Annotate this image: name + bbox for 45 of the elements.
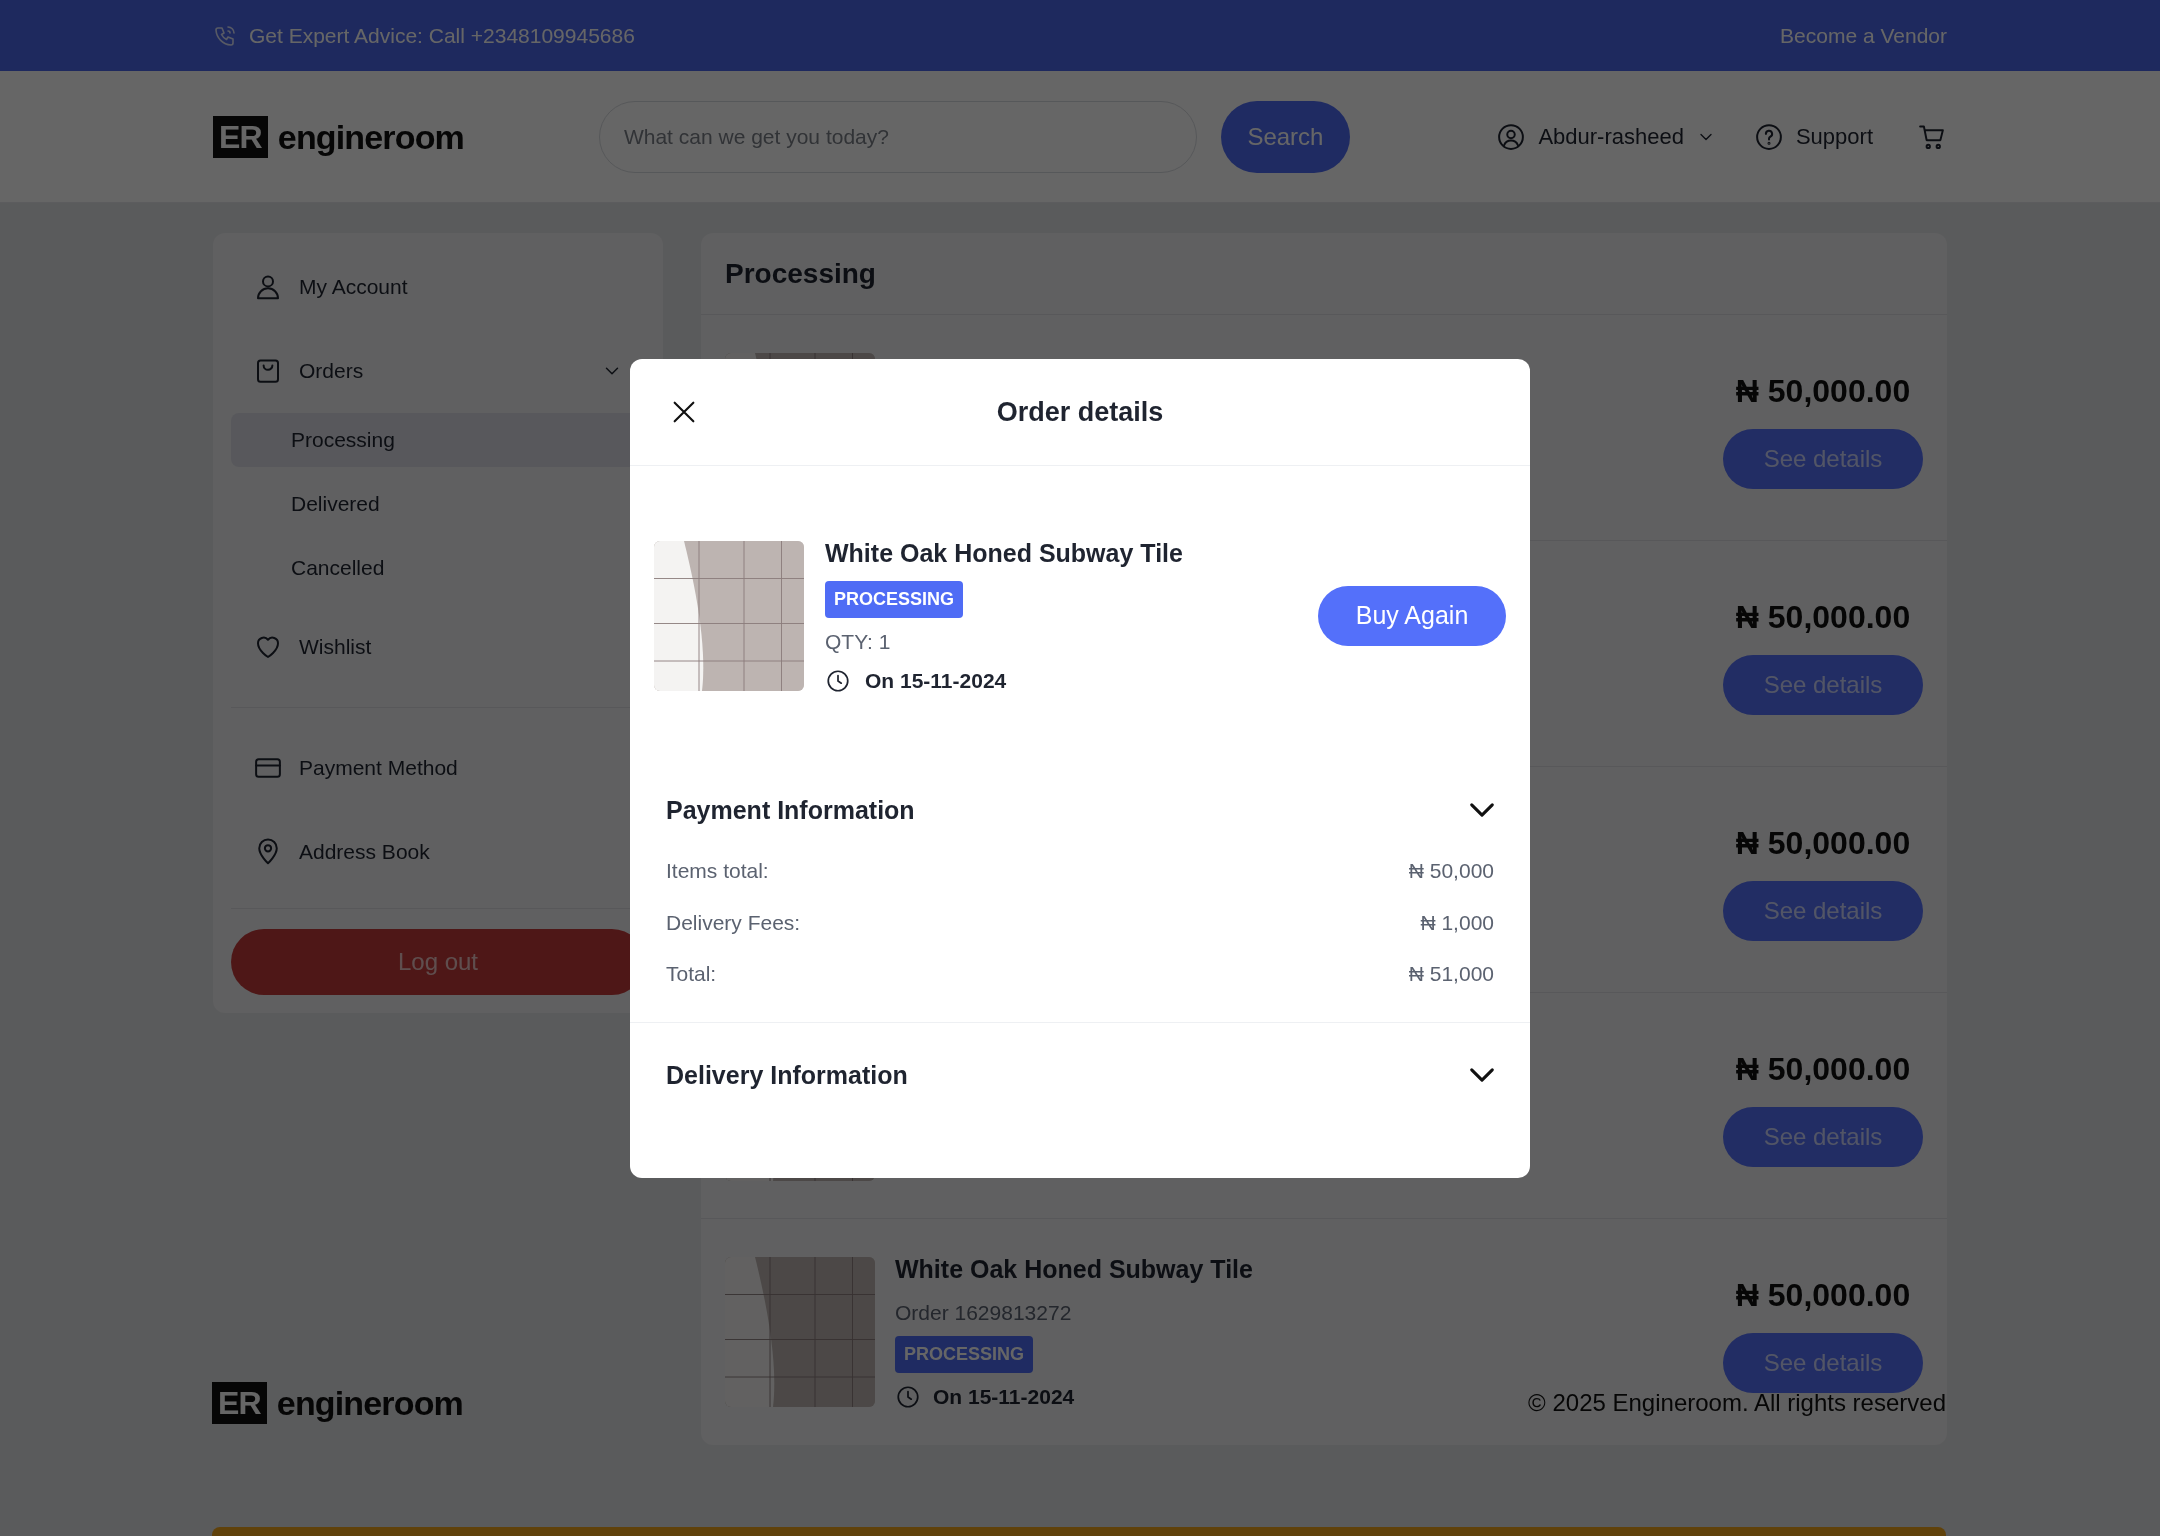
help-icon xyxy=(1753,121,1784,152)
order-number: Order 1629813272 xyxy=(895,1299,1073,1326)
accordion-header[interactable]: Delivery Information xyxy=(666,1056,1494,1094)
section-title: Processing xyxy=(725,256,876,291)
order-date: On 15-11-2024 xyxy=(865,668,1007,694)
summary-label: Delivery Fees: xyxy=(666,909,801,936)
buy-again-button[interactable]: Buy Again xyxy=(1318,585,1506,646)
user-icon xyxy=(1496,121,1527,152)
order-price: ₦ 50,000.00 xyxy=(1735,1276,1911,1315)
chevron-down-icon xyxy=(1470,1068,1494,1083)
accordion-header[interactable]: Payment Information xyxy=(666,791,1494,829)
dialog-title: Order details xyxy=(996,395,1164,429)
chevron-down-icon xyxy=(1470,803,1494,818)
summary-value: ₦ 1,000 xyxy=(1420,909,1494,936)
phone-icon xyxy=(213,23,237,48)
quantity-text: QTY: 1 xyxy=(825,628,892,655)
order-price: ₦ 50,000.00 xyxy=(1735,823,1911,863)
clock-icon xyxy=(825,667,851,694)
sidebar-item[interactable]: Orders xyxy=(231,329,645,413)
order-price: ₦ 50,000.00 xyxy=(1735,597,1911,637)
order-date: On 15-11-2024 xyxy=(933,1384,1075,1411)
clock-icon xyxy=(895,1384,921,1410)
sidebar-item[interactable]: Payment Method xyxy=(231,726,645,810)
product-title: White Oak Honed Subway Tile xyxy=(895,1254,1253,1286)
advice-text: Get Expert Advice: Call +2348109945686 xyxy=(249,22,635,49)
order-price: ₦ 50,000.00 xyxy=(1735,371,1911,411)
sidebar-item[interactable]: Address Book xyxy=(231,810,645,894)
logo-text: engineroom xyxy=(277,119,464,154)
sidebar-item[interactable]: Wishlist xyxy=(231,605,645,689)
search-button[interactable]: Search xyxy=(1220,100,1350,173)
support-link[interactable]: Support xyxy=(1753,120,1873,153)
status-badge: PROCESSING xyxy=(825,580,964,618)
sidebar-item[interactable]: My Account xyxy=(231,245,645,329)
user-menu[interactable]: Abdur-rasheed xyxy=(1496,120,1716,153)
logo-mark: ER xyxy=(213,115,268,158)
status-badge: PROCESSING xyxy=(895,1336,1034,1374)
product-title: White Oak Honed Subway Tile xyxy=(825,538,1183,569)
summary-label: Total: xyxy=(666,961,717,987)
summary-value: ₦ 50,000 xyxy=(1408,858,1494,884)
vendor-link[interactable]: Become a Vendor xyxy=(1780,19,1947,52)
summary-value: ₦ 51,000 xyxy=(1408,961,1494,987)
summary-label: Items total: xyxy=(666,858,769,884)
order-price: ₦ 50,000.00 xyxy=(1735,1049,1911,1089)
logo-mark: ER xyxy=(212,1382,267,1424)
logo-text: engineroom xyxy=(276,1386,463,1420)
